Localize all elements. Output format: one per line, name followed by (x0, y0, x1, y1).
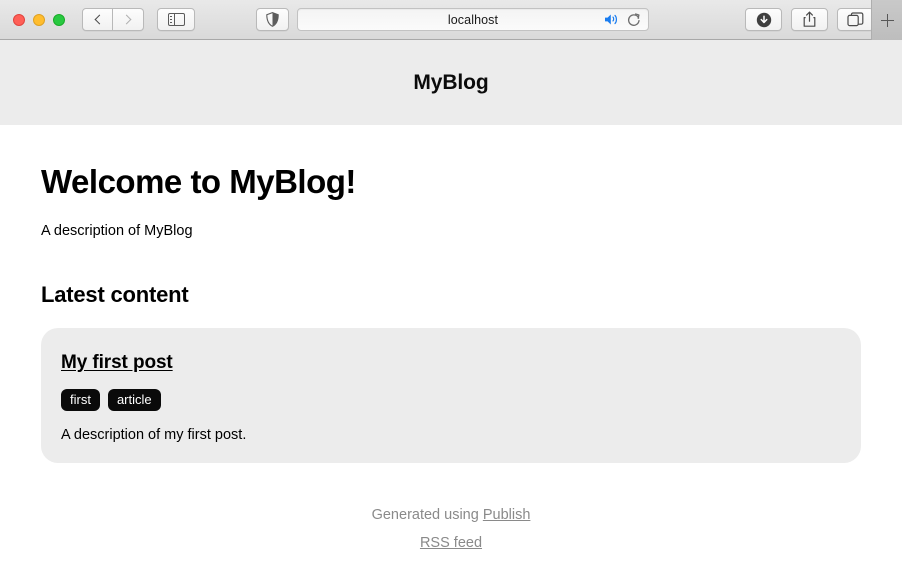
footer-generated-text: Generated using (371, 507, 483, 523)
tag-item[interactable]: first (61, 389, 100, 411)
post-title-link[interactable]: My first post (61, 352, 173, 374)
address-bar[interactable]: localhost (297, 8, 649, 31)
tab-overview-button[interactable] (837, 8, 874, 31)
minimize-window-button[interactable] (33, 13, 45, 26)
page-footer: Generated using Publish RSS feed (41, 463, 861, 558)
back-button[interactable] (82, 8, 113, 31)
chevron-left-icon (94, 14, 104, 25)
speaker-icon[interactable] (604, 13, 620, 26)
new-tab-button[interactable] (871, 0, 902, 40)
tab-overview-icon (847, 12, 864, 27)
downloads-button[interactable] (745, 8, 782, 31)
site-description: A description of MyBlog (41, 223, 193, 239)
section-heading: Latest content (41, 282, 189, 307)
reload-icon[interactable] (627, 12, 641, 27)
forward-button[interactable] (113, 8, 144, 31)
toolbar-right-actions (745, 8, 874, 31)
browser-toolbar: localhost (0, 0, 902, 40)
chevron-right-icon (121, 14, 132, 25)
plus-icon (880, 13, 894, 27)
site-title[interactable]: MyBlog (413, 71, 488, 95)
url-text: localhost (447, 12, 499, 27)
post-description: A description of my first post. (61, 427, 247, 443)
maximize-window-button[interactable] (53, 13, 65, 26)
page-content: MyBlog Welcome to MyBlog! A description … (0, 40, 902, 570)
tag-list: first article (61, 389, 841, 411)
privacy-report-button[interactable] (256, 8, 289, 31)
navigation-buttons (82, 8, 144, 31)
footer-generated-line: Generated using Publish (41, 501, 861, 529)
sidebar-icon (167, 12, 185, 27)
tag-item[interactable]: article (107, 389, 161, 411)
download-icon (756, 12, 771, 27)
window-controls (0, 13, 65, 26)
address-bar-actions (604, 12, 641, 27)
footer-rss-line: RSS feed (41, 529, 861, 557)
page-title: Welcome to MyBlog! (41, 163, 356, 200)
site-header: MyBlog (0, 40, 902, 125)
post-list: My first post first article A descriptio… (41, 328, 861, 463)
rss-feed-link[interactable]: RSS feed (420, 535, 482, 551)
post-card[interactable]: My first post first article A descriptio… (41, 328, 861, 463)
sidebar-toggle-button[interactable] (157, 8, 195, 31)
content-wrapper: Welcome to MyBlog! A description of MyBl… (0, 125, 902, 558)
share-icon (803, 11, 816, 27)
share-button[interactable] (791, 8, 828, 31)
shield-icon (266, 12, 279, 27)
publish-link[interactable]: Publish (483, 507, 531, 523)
close-window-button[interactable] (13, 13, 25, 26)
